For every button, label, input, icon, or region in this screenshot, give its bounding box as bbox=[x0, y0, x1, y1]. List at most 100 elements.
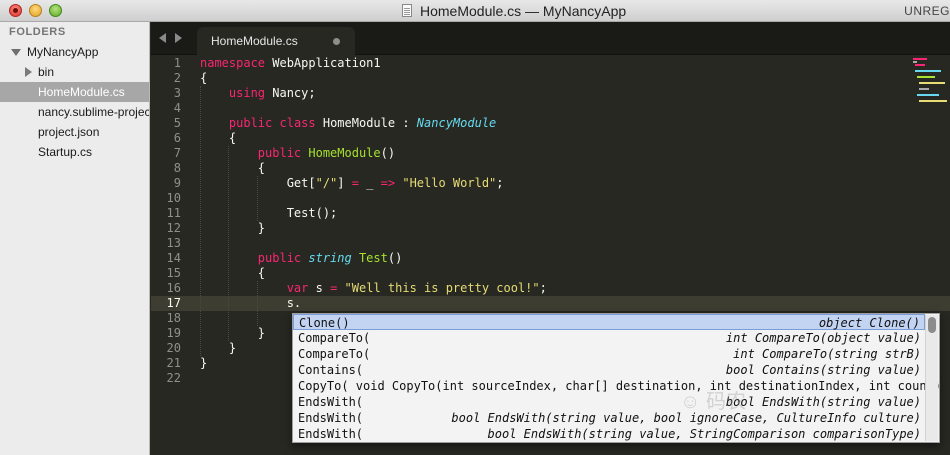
disclosure-expanded-icon[interactable] bbox=[11, 49, 21, 56]
autocomplete-item[interactable]: Contains( bool Contains(string value) bbox=[293, 362, 925, 378]
navigate-back-icon[interactable] bbox=[159, 33, 166, 43]
minimap-line bbox=[917, 94, 939, 96]
minimap-line bbox=[915, 70, 941, 72]
watermark: ☺ 码农 bbox=[680, 391, 746, 413]
line-number: 10 bbox=[166, 191, 181, 205]
sidebar-item-label: nancy.sublime-project bbox=[38, 105, 150, 119]
maximize-window-button[interactable] bbox=[49, 4, 62, 17]
code-line-11: Test(); bbox=[200, 206, 338, 220]
line-number: 21 bbox=[166, 356, 181, 370]
code-line-17: s. bbox=[200, 296, 302, 310]
unsaved-dot-icon[interactable] bbox=[333, 38, 340, 45]
sidebar: FOLDERS MyNancyApp bin HomeModule.cs nan… bbox=[0, 22, 150, 455]
minimap-line bbox=[913, 61, 917, 63]
completion-trigger: EndsWith( bbox=[298, 411, 364, 425]
minimap-line bbox=[919, 100, 947, 102]
line-number: 13 bbox=[166, 236, 181, 250]
line-number: 2 bbox=[173, 71, 181, 85]
completion-trigger: CompareTo( bbox=[298, 331, 371, 345]
code-line-16: var s = "Well this is pretty cool!"; bbox=[286, 281, 547, 295]
sidebar-item-project-json[interactable]: project.json bbox=[0, 122, 149, 142]
tab-homemodule[interactable]: HomeModule.cs bbox=[197, 27, 355, 55]
line-number: 3 bbox=[173, 86, 181, 100]
line-number: 18 bbox=[166, 311, 181, 325]
tab-bar: HomeModule.cs bbox=[151, 22, 950, 55]
completion-trigger: CopyTo( void CopyTo(int sourceIndex, cha… bbox=[298, 379, 940, 393]
autocomplete-item[interactable]: CompareTo( int CompareTo(string strB) bbox=[293, 346, 925, 362]
code-line-1: namespace WebApplication1 bbox=[200, 56, 381, 70]
line-number: 6 bbox=[173, 131, 181, 145]
minimap-line bbox=[913, 58, 927, 60]
line-number: 1 bbox=[173, 56, 181, 70]
close-icon bbox=[13, 8, 18, 13]
navigate-forward-icon[interactable] bbox=[175, 33, 182, 43]
completion-signature: object Clone() bbox=[818, 316, 920, 330]
code-line-21: } bbox=[200, 356, 208, 370]
line-number: 8 bbox=[173, 161, 181, 175]
window-title: HomeModule.cs — MyNancyApp bbox=[420, 3, 627, 19]
completion-trigger: Contains( bbox=[298, 363, 364, 377]
title-bar: HomeModule.cs — MyNancyApp UNREG bbox=[0, 0, 950, 22]
code-line-2: { bbox=[200, 71, 208, 85]
line-number: 19 bbox=[166, 326, 181, 340]
line-number: 16 bbox=[166, 281, 181, 295]
scrollbar-thumb[interactable] bbox=[928, 317, 936, 333]
line-number-gutter: 1 2 3 4 5 6 7 8 9 10 11 12 13 14 15 16 17 18 19 20 21 22 bbox=[151, 56, 187, 455]
sidebar-item-startup[interactable]: Startup.cs bbox=[0, 142, 149, 162]
completion-signature: int CompareTo(object value) bbox=[725, 331, 921, 345]
line-number: 15 bbox=[166, 266, 181, 280]
line-number: 17 bbox=[166, 296, 181, 310]
sidebar-item-homemodule[interactable]: HomeModule.cs bbox=[0, 82, 149, 102]
autocomplete-item[interactable]: EndsWith( bool EndsWith(string value, St… bbox=[293, 426, 925, 442]
autocomplete-popup[interactable]: Clone() object Clone() CompareTo( int Co… bbox=[292, 313, 940, 443]
tab-label: HomeModule.cs bbox=[211, 34, 298, 48]
autocomplete-item[interactable]: EndsWith( bool EndsWith(string value) bbox=[293, 394, 925, 410]
autocomplete-item[interactable]: Clone() object Clone() bbox=[293, 314, 925, 330]
sidebar-item-label: Startup.cs bbox=[38, 145, 93, 159]
code-line-15: { bbox=[200, 266, 266, 280]
code-line-14: public string Test() bbox=[257, 251, 403, 265]
line-number: 22 bbox=[166, 371, 181, 385]
line-number: 9 bbox=[173, 176, 181, 190]
code-line-3: using Nancy; bbox=[228, 86, 316, 100]
sidebar-folder-label: MyNancyApp bbox=[27, 45, 99, 59]
code-line-8: { bbox=[200, 161, 266, 175]
minimize-window-button[interactable] bbox=[29, 4, 42, 17]
completion-signature: int CompareTo(string strB) bbox=[733, 347, 921, 361]
sidebar-folder-root[interactable]: MyNancyApp bbox=[0, 42, 149, 62]
completion-signature: bool EndsWith(string value, StringCompar… bbox=[487, 427, 921, 441]
line-number: 20 bbox=[166, 341, 181, 355]
sidebar-item-label: project.json bbox=[38, 125, 100, 139]
folders-header: FOLDERS bbox=[9, 26, 66, 38]
minimap-line bbox=[917, 76, 935, 78]
sidebar-item-bin[interactable]: bin bbox=[0, 62, 149, 82]
line-number: 7 bbox=[173, 146, 181, 160]
code-line-7: public HomeModule() bbox=[257, 146, 396, 160]
line-number: 12 bbox=[166, 221, 181, 235]
line-number: 11 bbox=[166, 206, 181, 220]
disclosure-collapsed-icon[interactable] bbox=[25, 67, 32, 77]
close-window-button[interactable] bbox=[9, 4, 22, 17]
completion-trigger: CompareTo( bbox=[298, 347, 371, 361]
minimap-line bbox=[915, 64, 925, 66]
completion-trigger: Clone() bbox=[299, 316, 350, 330]
code-line-19: } bbox=[200, 326, 266, 340]
line-number: 4 bbox=[173, 101, 181, 115]
code-line-5: public class HomeModule : NancyModule bbox=[228, 116, 497, 130]
autocomplete-scrollbar[interactable] bbox=[925, 315, 938, 441]
minimap-line bbox=[919, 88, 929, 90]
completion-trigger: EndsWith( bbox=[298, 427, 364, 441]
sidebar-item-nancy-project[interactable]: nancy.sublime-project bbox=[0, 102, 150, 122]
sidebar-item-label: HomeModule.cs bbox=[38, 85, 125, 99]
document-icon bbox=[402, 4, 412, 17]
minimap[interactable] bbox=[911, 56, 949, 106]
sidebar-item-label: bin bbox=[38, 65, 55, 79]
unregistered-label: UNREG bbox=[904, 4, 950, 18]
autocomplete-item[interactable]: CopyTo( void CopyTo(int sourceIndex, cha… bbox=[293, 378, 939, 394]
autocomplete-item[interactable]: EndsWith( bool EndsWith(string value, bo… bbox=[293, 410, 925, 426]
autocomplete-item[interactable]: CompareTo( int CompareTo(object value) bbox=[293, 330, 925, 346]
code-line-6: { bbox=[200, 131, 237, 145]
completion-signature: bool EndsWith(string value) bbox=[725, 395, 921, 409]
code-line-20: } bbox=[200, 341, 237, 355]
code-line-9: Get["/"] = _ => "Hello World"; bbox=[286, 176, 504, 190]
